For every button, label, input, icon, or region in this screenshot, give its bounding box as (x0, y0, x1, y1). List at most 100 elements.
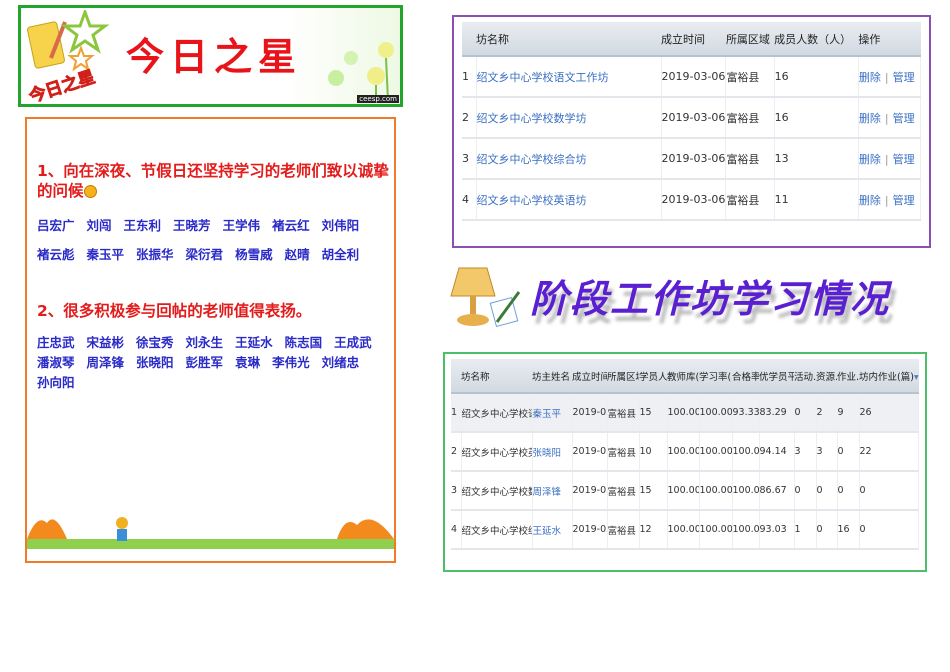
teacher-name: 陈志国 (284, 335, 323, 350)
column-header[interactable] (451, 359, 461, 394)
resources: 2 (816, 393, 838, 433)
activities: 0 (794, 393, 817, 433)
column-header[interactable]: 操作 (858, 22, 921, 57)
grass-ground-decoration (27, 517, 394, 549)
column-header[interactable]: 教师库(… (667, 359, 699, 394)
column-header[interactable]: 学习率(… (699, 359, 732, 394)
pass-rate: 93.33 (732, 393, 760, 433)
header-label: 坊内作业(篇) (859, 371, 914, 383)
column-header[interactable]: 学员人… (639, 359, 667, 394)
resources: 0 (816, 471, 838, 511)
manage-link[interactable]: 管理 (893, 71, 915, 84)
resources: 3 (816, 432, 838, 472)
leader-name[interactable]: 王延水 (532, 510, 573, 550)
table-row: 3 绍文乡中心学校综合坊 2019-03-06 富裕县 13 删除 | 管理 (462, 138, 922, 180)
activities: 3 (794, 432, 817, 472)
delete-link[interactable]: 删除 (859, 112, 881, 125)
leader-name[interactable]: 秦玉平 (532, 393, 573, 433)
established-date: 2019-03-06 (572, 510, 608, 550)
teacher-name: 王成武 (334, 335, 372, 350)
teacher-rate: 100.00 (667, 471, 700, 511)
workshop-name-link[interactable]: 绍文乡中心学校综合坊 (476, 138, 662, 180)
teacher-name: 周泽锋 (86, 355, 125, 370)
established-date: 2019-03-06 (572, 393, 608, 433)
column-header[interactable]: 所属区域 (725, 22, 775, 57)
manage-link[interactable]: 管理 (893, 112, 915, 125)
teacher-name: 王东利 (123, 218, 162, 233)
pass-rate: 100.00 (732, 471, 760, 511)
established-date: 2019-03-06 (572, 471, 608, 511)
table-row: 3绍文乡中心学校数学坊周泽锋2019-03-06富裕县15100.00100.0… (451, 471, 919, 511)
delete-link[interactable]: 删除 (859, 71, 881, 84)
manage-link[interactable]: 管理 (893, 194, 915, 207)
avg-score: 94.14 (759, 432, 795, 472)
column-header[interactable]: 合格率… (732, 359, 759, 394)
column-header[interactable]: 成立时间 (661, 22, 726, 57)
operations-cell: 删除 | 管理 (858, 56, 922, 98)
teacher-name: 王延水 (235, 335, 273, 350)
workshop-assignments: 0 (859, 510, 919, 550)
today-star-banner: 今日之星 今日之星 ceesp.com (18, 5, 403, 107)
column-header[interactable]: 资源… (816, 359, 837, 394)
row-index: 3 (451, 471, 462, 511)
study-rate: 100.00 (699, 471, 733, 511)
column-header[interactable]: 成立时间 (572, 359, 607, 394)
assignments: 9 (837, 393, 860, 433)
teacher-name: 宋益彬 (86, 335, 125, 350)
resources: 0 (816, 510, 838, 550)
column-header[interactable]: 坊主姓名 (532, 359, 572, 394)
column-header[interactable] (462, 22, 476, 57)
teacher-name: 刘绪忠 (321, 355, 360, 370)
teacher-rate: 100.00 (667, 510, 700, 550)
delete-link[interactable]: 删除 (859, 153, 881, 166)
sort-icon[interactable]: ▾ (914, 372, 919, 383)
leader-name[interactable]: 张晓阳 (532, 432, 573, 472)
column-header[interactable]: 坊名称 (461, 359, 532, 394)
delete-link[interactable]: 删除 (859, 194, 881, 207)
leader-name[interactable]: 周泽锋 (532, 471, 573, 511)
teacher-name: 孙向阳 (37, 375, 75, 390)
column-header[interactable]: 所属区域 (607, 359, 639, 394)
separator: | (884, 111, 889, 125)
workshop-name-link[interactable]: 绍文乡中心学校语文工作坊 (476, 56, 662, 98)
student-count: 12 (639, 510, 668, 550)
workshop-name: 绍文乡中心学校语文工作坊 (461, 393, 533, 433)
column-header[interactable]: 成员人数（人） (774, 22, 859, 57)
member-count: 13 (774, 138, 859, 180)
study-rate: 100.00 (699, 510, 733, 550)
section-title: 阶段工作坊学习情况 (530, 276, 891, 321)
column-header[interactable]: 作业… (837, 359, 859, 394)
workshop-name-link[interactable]: 绍文乡中心学校数学坊 (476, 97, 662, 139)
workshop-stats-table: 坊名称坊主姓名成立时间所属区域学员人…教师库(…学习率(…合格率…优学员平…活动… (443, 352, 927, 572)
column-header[interactable]: 坊名称 (476, 22, 661, 57)
teacher-name: 吕宏广 (37, 218, 75, 233)
column-header[interactable]: 优学员平… (759, 359, 794, 394)
column-header[interactable]: 坊内作业(篇)▾ (859, 359, 919, 394)
teacher-name: 王晓芳 (173, 218, 211, 233)
teacher-name: 王学伟 (222, 218, 261, 233)
teacher-name: 彭胜军 (185, 355, 224, 370)
established-date: 2019-03-06 (572, 432, 608, 472)
table-row: 4绍文乡中心学校综合坊王延水2019-03-06富裕县12100.00100.0… (451, 510, 919, 550)
manage-link[interactable]: 管理 (893, 153, 915, 166)
active-reply-teacher-names: 庄忠武 宋益彬 徐宝秀 刘永生 王延水 陈志国 王成武潘淑琴 周泽锋 张晓阳 彭胜军 袁琳 李伟光 刘绪… (37, 333, 389, 393)
workshop-name: 绍文乡中心学校英语坊 (461, 432, 533, 472)
row-index: 1 (451, 393, 462, 433)
notepad-star-logo: 今日之星 (26, 10, 110, 102)
assignments: 0 (837, 471, 860, 511)
member-count: 16 (774, 97, 859, 139)
row-index: 4 (462, 179, 477, 221)
lamp-icon (450, 267, 521, 328)
teacher-name: 刘伟阳 (321, 218, 360, 233)
member-count: 11 (774, 179, 859, 221)
workshop-name-link[interactable]: 绍文乡中心学校英语坊 (476, 179, 662, 221)
heading-greeting: 1、向在深夜、节假日还坚持学习的老师们致以诚挚的问候 (37, 162, 389, 200)
teacher-rate: 100.00 (667, 432, 700, 472)
teacher-name: 褚云红 (272, 218, 310, 233)
separator: | (884, 70, 889, 84)
table-row: 2绍文乡中心学校英语坊张晓阳2019-03-06富裕县10100.00100.0… (451, 432, 919, 472)
teacher-name: 杨雪威 (235, 247, 273, 262)
study-rate: 100.00 (699, 432, 733, 472)
region: 富裕县 (725, 179, 775, 221)
column-header[interactable]: 活动… (794, 359, 816, 394)
